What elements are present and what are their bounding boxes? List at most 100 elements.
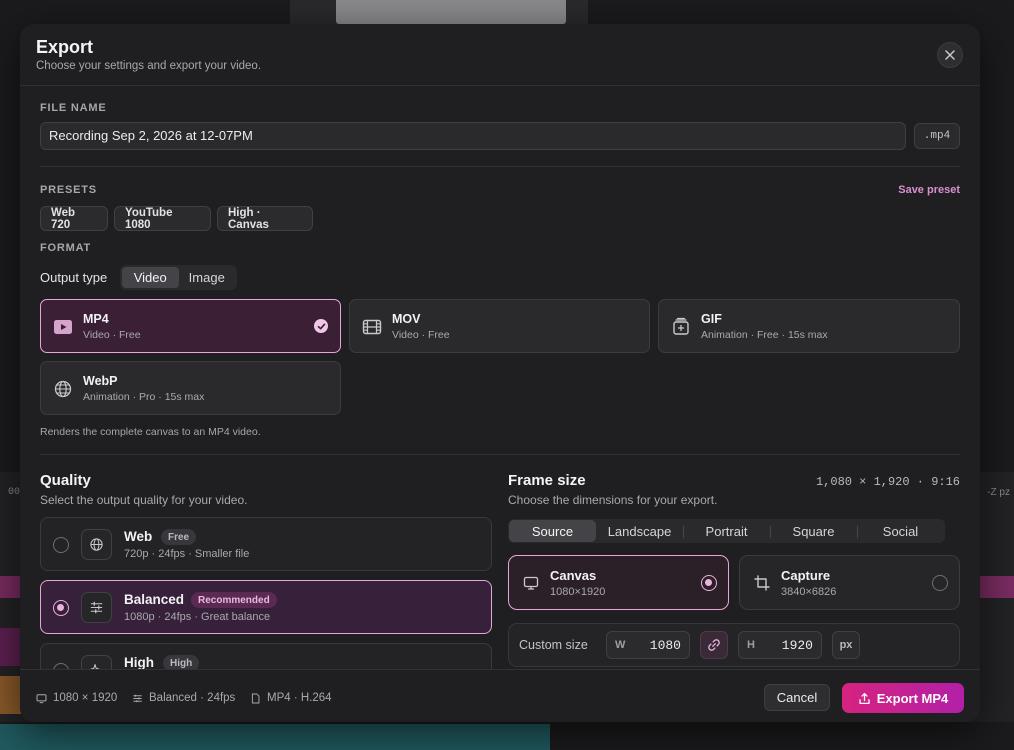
dialog-subtitle: Choose your settings and export your vid… — [36, 60, 262, 72]
check-icon — [314, 319, 328, 333]
format-option-subtitle: Animation · Pro · 15s max — [83, 391, 205, 403]
footer-resolution-text: 1080 × 1920 — [53, 692, 118, 704]
save-preset-link[interactable]: Save preset — [898, 184, 960, 196]
output-type-image[interactable]: Image — [179, 267, 236, 288]
file-icon — [251, 693, 260, 703]
width-input[interactable]: W 1080 — [606, 631, 690, 659]
footer-quality: Balanced · 24fps — [132, 692, 235, 704]
divider — [40, 166, 960, 167]
quality-subtitle: Select the output quality for your video… — [40, 493, 248, 507]
tab-landscape[interactable]: Landscape — [596, 520, 683, 542]
format-option-title: MP4 — [83, 312, 109, 326]
format-option-subtitle: Animation · Free · 15s max — [701, 329, 828, 341]
frame-source-canvas[interactable]: Canvas 1080×1920 — [508, 555, 729, 610]
custom-size-row: Custom size W 1080 H 1920 px — [508, 623, 960, 667]
tab-square[interactable]: Square — [770, 520, 857, 542]
link-aspect-button[interactable] — [700, 631, 728, 659]
quality-option-title: High — [124, 655, 154, 670]
quality-option-subtitle: 1080p · 24fps · Great balance — [124, 611, 271, 623]
preset-high-canvas[interactable]: High · Canvas — [217, 206, 313, 231]
frame-size-subtitle: Choose the dimensions for your export. — [508, 493, 718, 507]
frame-dimensions-readout: 1,080 × 1,920 · 9:16 — [815, 475, 960, 489]
frame-source-title: Capture — [781, 568, 831, 583]
timeline-clip — [0, 724, 550, 750]
quality-title: Quality — [40, 472, 91, 489]
monitor-icon — [36, 693, 47, 703]
custom-size-label: Custom size — [519, 638, 588, 652]
preset-web-720[interactable]: Web 720 — [40, 206, 108, 231]
play-icon — [54, 320, 72, 334]
output-type-video[interactable]: Video — [122, 267, 179, 288]
radio-button[interactable] — [932, 575, 948, 591]
quality-option-balanced[interactable]: Balanced Recommended 1080p · 24fps · Gre… — [40, 580, 492, 634]
frame-size-tabs: Source Landscape Portrait Square Social — [508, 519, 945, 543]
file-extension-badge: .mp4 — [914, 123, 960, 149]
globe-icon — [81, 529, 112, 560]
upload-icon — [859, 692, 870, 704]
radio-button[interactable] — [701, 575, 717, 591]
quality-option-title: Web — [124, 529, 153, 544]
divider — [40, 454, 960, 455]
format-option-mov[interactable]: MOV Video · Free — [349, 299, 650, 353]
height-value: 1920 — [781, 638, 813, 653]
radio-button[interactable] — [53, 537, 69, 553]
footer-resolution: 1080 × 1920 — [36, 692, 117, 704]
frame-source-size: 1080×1920 — [550, 586, 606, 598]
frame-source-capture[interactable]: Capture 3840×6826 — [739, 555, 960, 610]
width-value: 1080 — [649, 638, 681, 653]
file-name-input[interactable]: Recording Sep 2, 2026 at 12-07PM — [40, 122, 906, 150]
crop-icon — [754, 575, 770, 591]
format-option-title: MOV — [392, 312, 421, 326]
tab-social[interactable]: Social — [857, 520, 944, 542]
file-name-label: FILE NAME — [40, 102, 107, 114]
canvas-preview — [336, 0, 566, 24]
timeline-timecode: 00 — [8, 487, 21, 498]
format-option-gif[interactable]: GIF Animation · Free · 15s max — [658, 299, 960, 353]
frame-source-title: Canvas — [550, 568, 597, 583]
format-option-title: GIF — [701, 312, 722, 326]
quality-badge: Recommended — [191, 592, 277, 608]
export-button[interactable]: Export MP4 — [842, 683, 964, 713]
format-option-mp4[interactable]: MP4 Video · Free — [40, 299, 341, 353]
dialog-header: Export Choose your settings and export y… — [20, 24, 980, 86]
monitor-icon — [523, 576, 539, 590]
film-icon — [362, 319, 382, 335]
dialog-title: Export — [36, 37, 94, 57]
quality-option-web[interactable]: Web Free 720p · 24fps · Smaller file — [40, 517, 492, 571]
tab-source[interactable]: Source — [509, 520, 596, 542]
export-dialog: Export Choose your settings and export y… — [20, 24, 980, 722]
frame-source-size: 3840×6826 — [781, 586, 837, 598]
output-type-label: Output type — [40, 270, 108, 285]
dialog-footer: 1080 × 1920 Balanced · 24fps MP4 · H.264… — [20, 669, 980, 722]
width-prefix: W — [615, 639, 626, 651]
format-option-webp[interactable]: WebP Animation · Pro · 15s max — [40, 361, 341, 415]
format-option-subtitle: Video · Free — [392, 329, 450, 341]
globe-icon — [54, 380, 72, 398]
format-option-subtitle: Video · Free — [83, 329, 141, 341]
format-hint: Renders the complete canvas to an MP4 vi… — [40, 426, 261, 438]
preset-youtube-1080[interactable]: YouTube 1080 — [114, 206, 211, 231]
link-icon — [708, 639, 720, 651]
sliders-icon — [133, 694, 142, 702]
height-prefix: H — [747, 639, 755, 651]
output-type-toggle: Video Image — [120, 265, 237, 290]
cancel-button[interactable]: Cancel — [764, 684, 830, 711]
export-button-label: Export MP4 — [876, 690, 949, 706]
unit-selector[interactable]: px — [832, 631, 860, 659]
close-icon — [945, 50, 955, 60]
presets-label: PRESETS — [40, 184, 97, 196]
quality-option-subtitle: 720p · 24fps · Smaller file — [124, 548, 250, 560]
quality-option-title: Balanced — [124, 592, 185, 607]
tab-portrait[interactable]: Portrait — [683, 520, 770, 542]
gif-icon — [673, 317, 689, 335]
radio-button[interactable] — [53, 600, 69, 616]
format-label: FORMAT — [40, 242, 92, 254]
footer-quality-text: Balanced · 24fps — [149, 692, 236, 704]
footer-codec: MP4 · H.264 — [250, 692, 332, 704]
height-input[interactable]: H 1920 — [738, 631, 822, 659]
close-button[interactable] — [937, 42, 963, 68]
timeline-zoom-hint: -Z pz — [987, 487, 1010, 498]
footer-codec-text: MP4 · H.264 — [267, 692, 332, 704]
quality-badge: Free — [161, 529, 197, 545]
sliders-icon — [81, 592, 112, 623]
